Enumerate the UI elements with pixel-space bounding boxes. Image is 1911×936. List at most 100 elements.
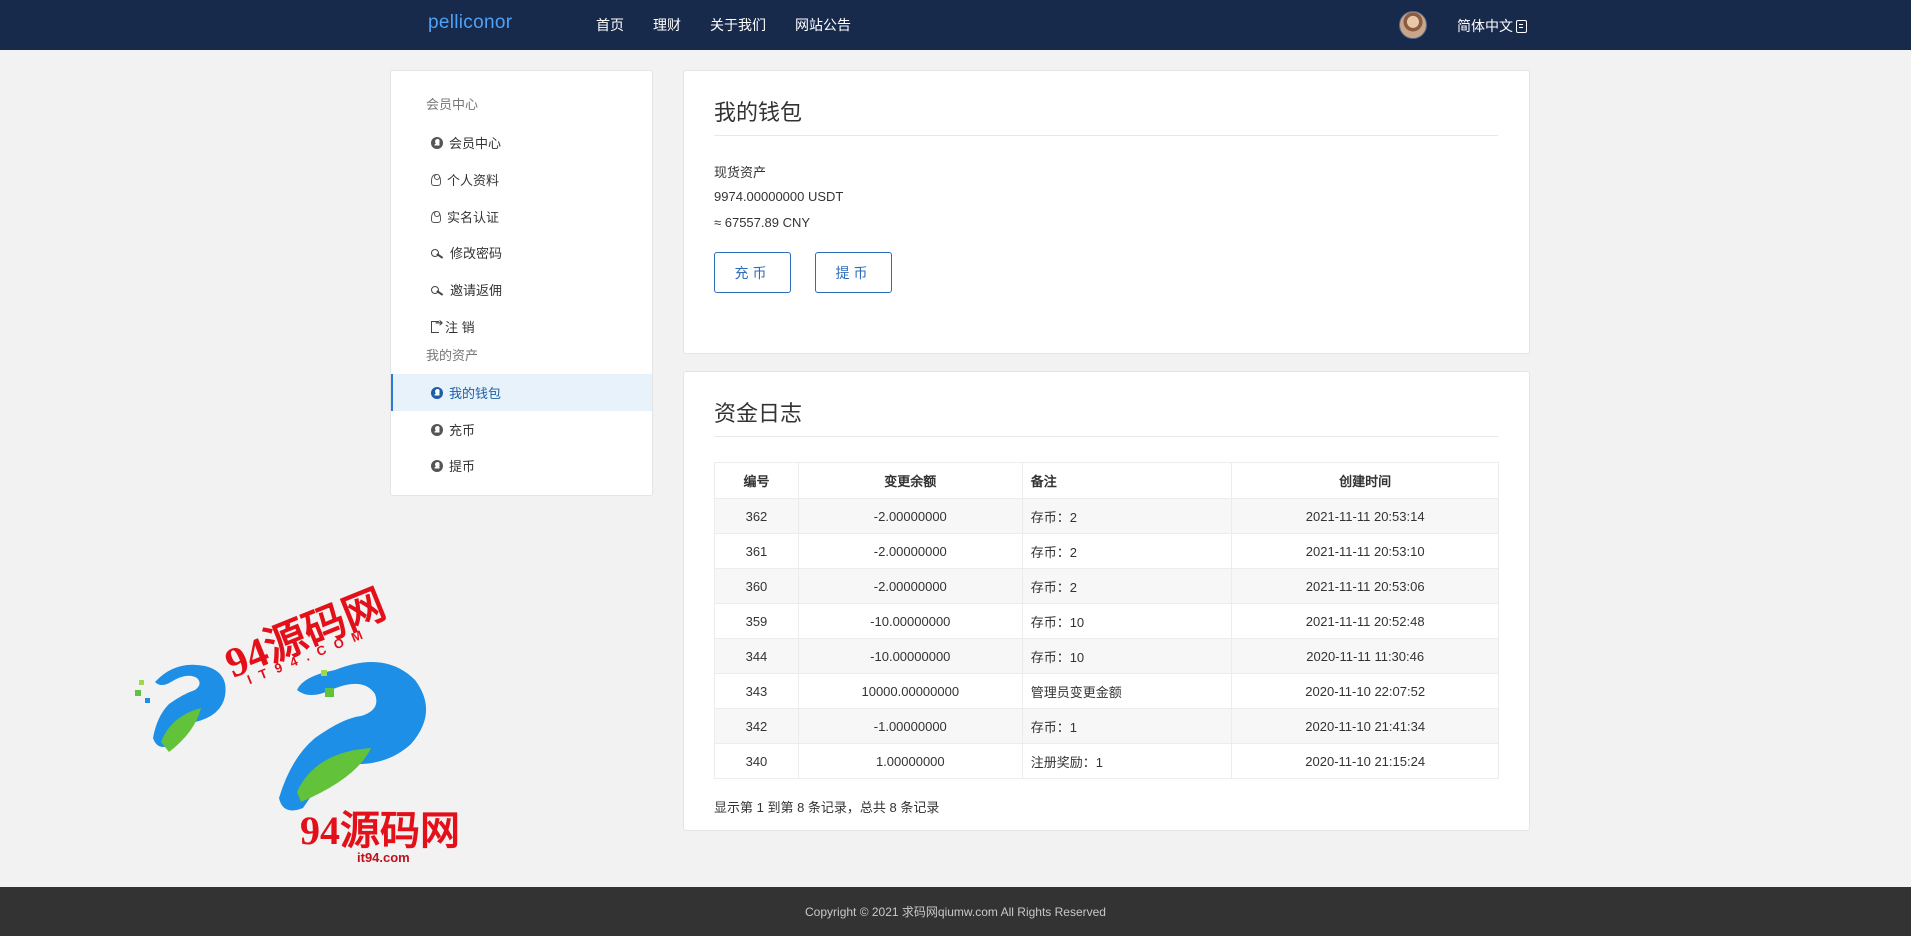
table-row: 362 -2.00000000 存币：2 2021-11-11 20:53:14 — [714, 498, 1499, 534]
table-row: 343 10000.00000000 管理员变更金额 2020-11-10 22… — [714, 673, 1499, 709]
cell-amount: -2.00000000 — [797, 498, 1023, 534]
sidebar-item-label: 充币 — [449, 423, 476, 438]
divider — [714, 436, 1498, 437]
sidebar-item-label: 邀请返佣 — [450, 283, 503, 298]
sidebar-section-member-title: 会员中心 — [426, 97, 479, 112]
language-switcher[interactable]: 简体中文 — [1457, 16, 1527, 36]
sidebar-item-label: 个人资料 — [447, 173, 500, 188]
nav-about[interactable]: 关于我们 — [710, 15, 766, 35]
sidebar-item-profile[interactable]: 个人资料 — [391, 161, 652, 198]
sidebar-item-label: 修改密码 — [450, 246, 503, 261]
table-row: 344 -10.00000000 存币：10 2020-11-11 11:30:… — [714, 638, 1499, 674]
sidebar-item-label: 注 销 — [445, 320, 475, 335]
cell-id: 340 — [714, 743, 799, 779]
cell-note: 存币：1 — [1021, 708, 1233, 744]
wallet-title: 我的钱包 — [714, 100, 803, 125]
column-header-amount[interactable]: 变更余额 — [797, 462, 1023, 499]
cell-note: 存币：10 — [1021, 603, 1233, 639]
sidebar-item-member-center[interactable]: 会员中心 — [391, 124, 652, 161]
cell-note: 管理员变更金额 — [1021, 673, 1233, 709]
cell-note: 存币：10 — [1021, 638, 1233, 674]
sidebar-section-assets-title: 我的资产 — [426, 348, 479, 363]
language-label: 简体中文 — [1457, 18, 1513, 34]
copyright-text: Copyright © 2021 求码网qiumw.com All Rights… — [805, 905, 1106, 919]
top-navbar: pelliconor 首页 理财 关于我们 网站公告 简体中文 — [0, 0, 1911, 50]
cell-note: 存币：2 — [1021, 498, 1233, 534]
watermark-logo: 94源码网 IT94.COM 94源码网 it94.com — [125, 570, 465, 870]
cell-id: 342 — [714, 708, 799, 744]
table-row: 361 -2.00000000 存币：2 2021-11-11 20:53:10 — [714, 533, 1499, 569]
cell-id: 343 — [714, 673, 799, 709]
wallet-panel: 我的钱包 现货资产 9974.00000000 USDT ≈ 67557.89 … — [683, 70, 1530, 354]
cell-id: 359 — [714, 603, 799, 639]
language-icon — [1516, 19, 1527, 33]
cell-note: 存币：2 — [1021, 533, 1233, 569]
fund-log-title: 资金日志 — [714, 401, 803, 426]
column-header-note[interactable]: 备注 — [1021, 462, 1233, 499]
cell-amount: 1.00000000 — [797, 743, 1023, 779]
sidebar-item-label: 我的钱包 — [449, 386, 502, 401]
key-icon — [431, 247, 444, 259]
brand-logo[interactable]: pelliconor — [428, 12, 512, 34]
key-icon — [431, 284, 444, 296]
divider — [714, 135, 1498, 136]
cell-id: 361 — [714, 533, 799, 569]
sidebar-item-change-password[interactable]: 修改密码 — [391, 234, 652, 271]
nav-home[interactable]: 首页 — [596, 15, 624, 35]
sidebar-item-deposit[interactable]: 充币 — [391, 411, 652, 448]
nav-finance[interactable]: 理财 — [653, 15, 681, 35]
person-icon — [431, 210, 441, 223]
logout-icon — [431, 318, 443, 333]
spot-asset-label: 现货资产 — [714, 165, 767, 180]
cell-id: 360 — [714, 568, 799, 604]
sidebar-item-label: 实名认证 — [447, 210, 500, 225]
cell-id: 362 — [714, 498, 799, 534]
cell-time: 2020-11-10 21:41:34 — [1231, 708, 1499, 744]
sidebar-item-verification[interactable]: 实名认证 — [391, 198, 652, 235]
cell-time: 2021-11-11 20:53:10 — [1231, 533, 1499, 569]
fund-log-panel: 资金日志 编号 变更余额 备注 创建时间 362 -2.00000000 存币：… — [683, 371, 1530, 831]
cell-amount: -2.00000000 — [797, 568, 1023, 604]
watermark-domain: it94.com — [357, 850, 410, 865]
table-row: 359 -10.00000000 存币：10 2021-11-11 20:52:… — [714, 603, 1499, 639]
user-circle-icon — [431, 386, 443, 399]
sidebar-item-label: 提币 — [449, 459, 476, 474]
footer: Copyright © 2021 求码网qiumw.com All Rights… — [0, 887, 1911, 936]
table-row: 340 1.00000000 注册奖励：1 2020-11-10 21:15:2… — [714, 743, 1499, 779]
user-circle-icon — [431, 136, 443, 149]
usdt-balance: 9974.00000000 USDT — [714, 189, 844, 204]
cell-time: 2020-11-10 21:15:24 — [1231, 743, 1499, 779]
sidebar-item-logout[interactable]: 注 销 — [391, 308, 652, 345]
table-row: 360 -2.00000000 存币：2 2021-11-11 20:53:06 — [714, 568, 1499, 604]
user-circle-icon — [431, 423, 443, 436]
user-circle-icon — [431, 459, 443, 472]
cell-amount: 10000.00000000 — [797, 673, 1023, 709]
pagination-summary: 显示第 1 到第 8 条记录，总共 8 条记录 — [714, 800, 940, 815]
cell-time: 2020-11-11 11:30:46 — [1231, 638, 1499, 674]
cell-amount: -10.00000000 — [797, 638, 1023, 674]
fund-log-table: 编号 变更余额 备注 创建时间 362 -2.00000000 存币：2 202… — [714, 462, 1499, 779]
column-header-time[interactable]: 创建时间 — [1231, 462, 1499, 499]
sidebar-item-withdraw[interactable]: 提币 — [391, 447, 652, 484]
cell-time: 2020-11-10 22:07:52 — [1231, 673, 1499, 709]
table-row: 342 -1.00000000 存币：1 2020-11-10 21:41:34 — [714, 708, 1499, 744]
cell-time: 2021-11-11 20:53:14 — [1231, 498, 1499, 534]
person-icon — [431, 173, 441, 186]
cell-time: 2021-11-11 20:53:06 — [1231, 568, 1499, 604]
sidebar-item-referral[interactable]: 邀请返佣 — [391, 271, 652, 308]
sidebar: 会员中心 会员中心 个人资料 实名认证 修改密码 邀请返佣 注 销 我的资产 我… — [390, 70, 653, 496]
cell-amount: -10.00000000 — [797, 603, 1023, 639]
cell-amount: -2.00000000 — [797, 533, 1023, 569]
withdraw-button[interactable]: 提币 — [815, 252, 892, 293]
cell-time: 2021-11-11 20:52:48 — [1231, 603, 1499, 639]
user-avatar[interactable] — [1399, 11, 1427, 39]
sidebar-item-label: 会员中心 — [449, 136, 502, 151]
deposit-button[interactable]: 充币 — [714, 252, 791, 293]
cell-id: 344 — [714, 638, 799, 674]
cell-note: 注册奖励：1 — [1021, 743, 1233, 779]
cny-estimate: ≈ 67557.89 CNY — [714, 215, 811, 230]
sidebar-item-my-wallet[interactable]: 我的钱包 — [391, 374, 652, 411]
watermark-title-bottom: 94源码网 — [300, 808, 460, 853]
nav-announcements[interactable]: 网站公告 — [795, 15, 851, 35]
column-header-id[interactable]: 编号 — [714, 462, 799, 499]
